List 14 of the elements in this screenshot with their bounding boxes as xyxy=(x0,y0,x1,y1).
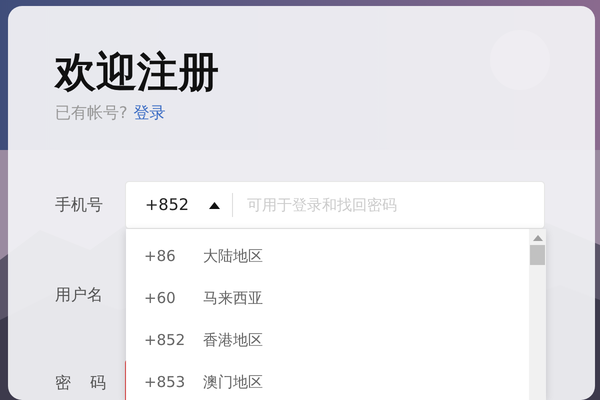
scrollbar-thumb[interactable] xyxy=(530,245,545,265)
scroll-up-icon[interactable] xyxy=(532,235,542,241)
field-label: 手机号 xyxy=(55,194,104,216)
dropdown-option[interactable]: +60 马来西亚 xyxy=(126,277,529,319)
scrollbar[interactable] xyxy=(529,229,546,400)
country-code-select[interactable]: +852 xyxy=(126,182,232,228)
field-label: 密 码 xyxy=(55,372,108,394)
dropdown-option[interactable]: +853 澳门地区 xyxy=(126,361,529,400)
dropdown-option[interactable]: +86 大陆地区 xyxy=(126,235,529,277)
field-label: 用户名 xyxy=(55,284,104,306)
page-title: 欢迎注册 xyxy=(55,50,220,96)
dropdown-option[interactable]: +852 香港地区 xyxy=(126,319,529,361)
login-prompt: 已有帐号? xyxy=(55,103,128,122)
login-link[interactable]: 登录 xyxy=(134,103,166,122)
